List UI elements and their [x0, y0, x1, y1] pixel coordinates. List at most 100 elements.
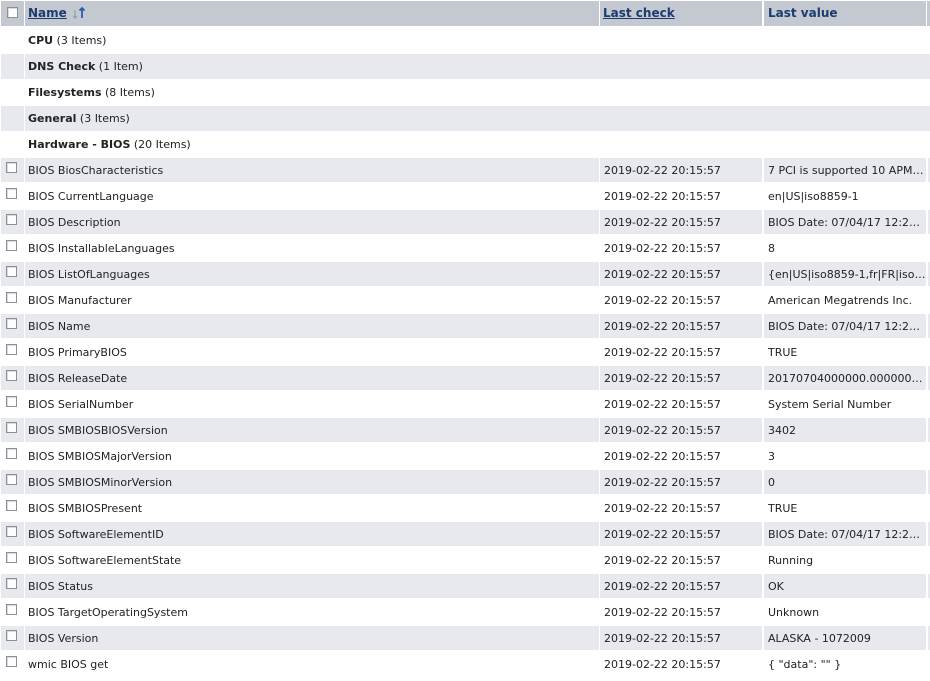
group-toggle-cell: [1, 80, 24, 105]
group-toggle-cell: [1, 28, 24, 53]
group-name-cell[interactable]: DNS Check (1 Item): [25, 54, 930, 79]
table-row: BIOS TargetOperatingSystem 2019-02-22 20:…: [0, 600, 930, 626]
item-last-check: 2019-02-22 20:15:57: [600, 184, 762, 209]
item-name: BIOS InstallableLanguages: [25, 236, 599, 261]
row-select-cell: [1, 574, 24, 599]
row-select-cell: [1, 522, 24, 547]
item-name: BIOS CurrentLanguage: [25, 184, 599, 209]
select-all-checkbox[interactable]: [7, 7, 18, 18]
row-checkbox[interactable]: [6, 630, 17, 641]
item-last-value: TRUE: [764, 496, 926, 521]
table-row: BIOS CurrentLanguage 2019-02-22 20:15:57 e…: [0, 184, 930, 210]
select-all-cell: [1, 1, 24, 26]
table-row: BIOS SMBIOSMajorVersion 2019-02-22 20:15:…: [0, 444, 930, 470]
item-name: BIOS SoftwareElementState: [25, 548, 599, 573]
item-name: BIOS Name: [25, 314, 599, 339]
row-select-cell: [1, 496, 24, 521]
item-name: BIOS SoftwareElementID: [25, 522, 599, 547]
group-row[interactable]: CPU (3 Items): [0, 28, 930, 54]
row-checkbox[interactable]: [6, 370, 17, 381]
item-last-check: 2019-02-22 20:15:57: [600, 340, 762, 365]
item-last-value: BIOS Date: 07/04/17 12:23:14 Ver: 05.000…: [764, 210, 926, 235]
group-row[interactable]: Filesystems (8 Items): [0, 80, 930, 106]
table-row: BIOS Description 2019-02-22 20:15:57 BIOS …: [0, 210, 930, 236]
group-name-cell[interactable]: General (3 Items): [25, 106, 930, 131]
item-last-check: 2019-02-22 20:15:57: [600, 236, 762, 261]
row-checkbox[interactable]: [6, 656, 17, 667]
item-name: BIOS SMBIOSBIOSVersion: [25, 418, 599, 443]
row-select-cell: [1, 314, 24, 339]
table-row: BIOS ListOfLanguages 2019-02-22 20:15:57{…: [0, 262, 930, 288]
item-last-check: 2019-02-22 20:15:57: [600, 626, 762, 651]
row-checkbox[interactable]: [6, 500, 17, 511]
row-checkbox[interactable]: [6, 240, 17, 251]
sort-ascending-icon: [72, 4, 87, 19]
row-select-cell: [1, 288, 24, 313]
column-header-last-check: Last check: [600, 1, 762, 26]
row-checkbox[interactable]: [6, 448, 17, 459]
table-row: BIOS SMBIOSPresent 2019-02-22 20:15:57 TRU…: [0, 496, 930, 522]
row-checkbox[interactable]: [6, 214, 17, 225]
last-value-label: Last value: [768, 6, 838, 20]
item-name: wmic BIOS get: [25, 652, 599, 677]
item-name: BIOS Version: [25, 626, 599, 651]
row-select-cell: [1, 470, 24, 495]
item-last-value: 3402: [764, 418, 926, 443]
item-last-value: American Megatrends Inc.: [764, 288, 926, 313]
row-checkbox[interactable]: [6, 292, 17, 303]
item-name: BIOS SMBIOSMajorVersion: [25, 444, 599, 469]
column-header-name: Name: [25, 1, 599, 26]
row-checkbox[interactable]: [6, 474, 17, 485]
group-row[interactable]: DNS Check (1 Item): [0, 54, 930, 80]
table-header: Name Last check Last value: [0, 1, 930, 27]
row-select-cell: [1, 600, 24, 625]
group-name: Filesystems: [28, 86, 102, 99]
row-select-cell: [1, 340, 24, 365]
row-select-cell: [1, 652, 24, 677]
item-last-check: 2019-02-22 20:15:57: [600, 366, 762, 391]
row-checkbox[interactable]: [6, 552, 17, 563]
row-checkbox[interactable]: [6, 578, 17, 589]
item-last-check: 2019-02-22 20:15:57: [600, 418, 762, 443]
item-name: BIOS ReleaseDate: [25, 366, 599, 391]
group-name: DNS Check: [28, 60, 96, 73]
row-checkbox[interactable]: [6, 266, 17, 277]
row-checkbox[interactable]: [6, 604, 17, 615]
sort-by-name-link[interactable]: Name: [25, 6, 67, 20]
item-name: BIOS BiosCharacteristics: [25, 158, 599, 183]
row-checkbox[interactable]: [6, 162, 17, 173]
item-last-check: 2019-02-22 20:15:57: [600, 288, 762, 313]
group-name: CPU: [28, 34, 54, 47]
group-row[interactable]: Hardware - BIOS (20 Items): [0, 132, 930, 158]
table-row: BIOS SMBIOSBIOSVersion 2019-02-22 20:15:5…: [0, 418, 930, 444]
group-name-cell[interactable]: CPU (3 Items): [25, 28, 930, 53]
group-row[interactable]: General (3 Items): [0, 106, 930, 132]
item-name: BIOS PrimaryBIOS: [25, 340, 599, 365]
row-checkbox[interactable]: [6, 422, 17, 433]
item-last-check: 2019-02-22 20:15:57: [600, 496, 762, 521]
row-select-cell: [1, 626, 24, 651]
row-checkbox[interactable]: [6, 188, 17, 199]
item-last-value: 7 PCI is supported 10 APM is supported 1…: [764, 158, 926, 183]
row-checkbox[interactable]: [6, 526, 17, 537]
item-last-check: 2019-02-22 20:15:57: [600, 574, 762, 599]
sort-by-last-check-link[interactable]: Last check: [600, 6, 675, 20]
table-row: BIOS Version 2019-02-22 20:15:57 ALASKA - …: [0, 626, 930, 652]
row-checkbox[interactable]: [6, 344, 17, 355]
row-checkbox[interactable]: [6, 396, 17, 407]
table-row: BIOS InstallableLanguages 2019-02-22 20:1…: [0, 236, 930, 262]
item-name: BIOS ListOfLanguages: [25, 262, 599, 287]
group-name-cell[interactable]: Filesystems (8 Items): [25, 80, 930, 105]
item-name: BIOS Manufacturer: [25, 288, 599, 313]
item-last-value: BIOS Date: 07/04/17 12:23:14 Ver: 05.000…: [764, 522, 926, 547]
table-row: BIOS SerialNumber 2019-02-22 20:15:57 Syst…: [0, 392, 930, 418]
column-header-last-value: Last value: [764, 1, 926, 26]
item-last-value: {en|US|iso8859-1,fr|FR|iso8859-1}: [764, 262, 926, 287]
group-name-cell[interactable]: Hardware - BIOS (20 Items): [25, 132, 930, 157]
item-last-value: Unknown: [764, 600, 926, 625]
row-select-cell: [1, 184, 24, 209]
group-count: (3 Items): [56, 34, 107, 47]
item-last-value: { "data": "" }: [764, 652, 926, 677]
item-last-value: Running: [764, 548, 926, 573]
row-checkbox[interactable]: [6, 318, 17, 329]
